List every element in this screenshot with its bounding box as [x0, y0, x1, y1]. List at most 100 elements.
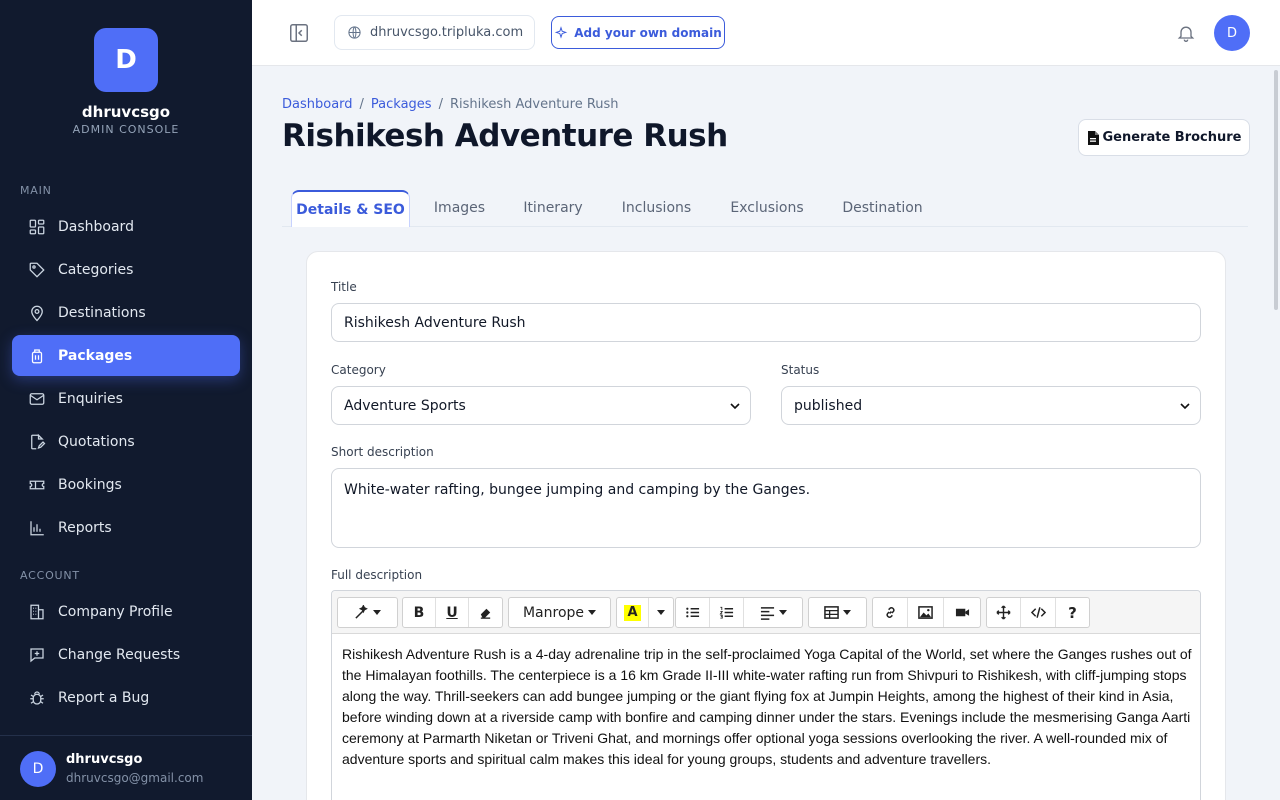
image-icon [918, 606, 933, 619]
bug-icon [28, 689, 46, 707]
tab-details-seo[interactable]: Details & SEO [291, 190, 410, 227]
bell-icon[interactable] [1176, 23, 1198, 45]
brand-logo: D [94, 28, 158, 92]
user-email: dhruvcsgo@gmail.com [66, 771, 204, 785]
title-input[interactable]: Rishikesh Adventure Rush [331, 303, 1201, 342]
tab-inclusions[interactable]: Inclusions [609, 190, 704, 226]
user-name: dhruvcsgo [66, 752, 143, 767]
sidebar-item-report-bug[interactable]: Report a Bug [12, 677, 240, 718]
sidebar-item-quotations[interactable]: Quotations [12, 421, 240, 462]
eraser-button[interactable] [469, 598, 502, 627]
pdf-file-icon [1087, 130, 1099, 145]
tab-images[interactable]: Images [422, 190, 497, 226]
tag-icon [28, 261, 46, 279]
link-icon [886, 607, 894, 618]
building-icon [28, 603, 46, 621]
align-dropdown-button[interactable] [744, 598, 802, 627]
help-icon[interactable]: ? [1056, 598, 1089, 627]
grid-icon [28, 218, 46, 236]
magic-wand-icon [355, 605, 368, 619]
editor-toolbar: B U Manrope A ? [332, 591, 1200, 634]
category-value: Adventure Sports [344, 397, 466, 414]
avatar[interactable]: D [1214, 15, 1250, 51]
sidebar-item-label: Categories [58, 261, 134, 278]
tab-itinerary[interactable]: Itinerary [511, 190, 595, 226]
numbered-list-icon [719, 606, 734, 619]
sidebar: D dhruvcsgo ADMIN CONSOLE MAIN Dashboard… [0, 0, 252, 800]
sidebar-item-label: Dashboard [58, 218, 134, 235]
video-button[interactable] [944, 598, 980, 627]
image-button[interactable] [908, 598, 944, 627]
sidebar-toggle-icon[interactable] [288, 22, 310, 44]
add-domain-label: Add your own domain [574, 25, 722, 40]
generate-brochure-button[interactable]: Generate Brochure [1078, 119, 1250, 156]
rich-text-editor[interactable]: B U Manrope A ? Rishikesh Adventure Rush… [331, 590, 1201, 800]
breadcrumb: Dashboard / Packages / Rishikesh Adventu… [282, 97, 619, 112]
sidebar-item-dashboard[interactable]: Dashboard [12, 206, 240, 247]
move-arrows-icon [996, 605, 1011, 620]
avatar: D [20, 751, 56, 787]
generate-brochure-label: Generate Brochure [1102, 130, 1242, 145]
link-button[interactable] [873, 598, 908, 627]
magic-style-button[interactable] [338, 598, 397, 627]
breadcrumb-dashboard[interactable]: Dashboard [282, 97, 353, 112]
color-dropdown-button[interactable] [649, 598, 673, 627]
sidebar-item-label: Packages [58, 347, 133, 364]
sidebar-item-destinations[interactable]: Destinations [12, 292, 240, 333]
chevron-down-icon [730, 402, 740, 409]
table-dropdown-button[interactable] [809, 598, 866, 627]
video-icon [955, 608, 969, 617]
numbered-list-button[interactable] [710, 598, 744, 627]
breadcrumb-separator: / [359, 97, 364, 112]
sidebar-item-enquiries[interactable]: Enquiries [12, 378, 240, 419]
domain-text: dhruvcsgo.tripluka.com [370, 25, 524, 40]
code-icon [1030, 607, 1046, 618]
tab-destination[interactable]: Destination [830, 190, 935, 226]
code-view-button[interactable] [1021, 598, 1056, 627]
table-icon [824, 606, 839, 619]
sidebar-item-label: Reports [58, 519, 112, 536]
bullet-list-button[interactable] [676, 598, 710, 627]
sidebar-item-company-profile[interactable]: Company Profile [12, 591, 240, 632]
table-group [808, 597, 867, 628]
breadcrumb-separator: / [438, 97, 443, 112]
category-label: Category [331, 363, 386, 377]
font-name: Manrope [522, 604, 585, 621]
title-label: Title [331, 280, 357, 294]
format-group: B U [402, 597, 503, 628]
sidebar-item-reports[interactable]: Reports [12, 507, 240, 548]
bullet-list-icon [686, 607, 700, 618]
short-description-textarea[interactable]: White-water rafting, bungee jumping and … [331, 468, 1201, 548]
sidebar-user[interactable]: D dhruvcsgo dhruvcsgo@gmail.com [0, 735, 252, 800]
text-color-button[interactable]: A [617, 598, 649, 627]
ticket-icon [28, 476, 46, 494]
color-group: A [616, 597, 674, 628]
breadcrumb-packages[interactable]: Packages [371, 97, 432, 112]
underline-button[interactable]: U [436, 598, 469, 627]
section-label-main: MAIN [20, 184, 52, 197]
bold-button[interactable]: B [403, 598, 436, 627]
status-select[interactable]: published [781, 386, 1201, 425]
scrollbar-thumb[interactable] [1274, 70, 1278, 310]
category-select[interactable]: Adventure Sports [331, 386, 751, 425]
sidebar-item-label: Company Profile [58, 603, 173, 620]
insert-group [872, 597, 981, 628]
brand-subtitle: ADMIN CONSOLE [72, 123, 180, 136]
fullscreen-button[interactable] [987, 598, 1021, 627]
add-domain-button[interactable]: Add your own domain [551, 16, 725, 49]
sidebar-item-change-requests[interactable]: Change Requests [12, 634, 240, 675]
sidebar-item-label: Bookings [58, 476, 122, 493]
align-left-icon [760, 607, 774, 620]
font-family-dropdown[interactable]: Manrope [509, 598, 610, 627]
full-description-content[interactable]: Rishikesh Adventure Rush is a 4-day adre… [342, 644, 1192, 770]
sidebar-item-bookings[interactable]: Bookings [12, 464, 240, 505]
highlight-a-icon: A [624, 604, 641, 621]
sidebar-item-packages[interactable]: Packages [12, 335, 240, 376]
paragraph-group [675, 597, 803, 628]
domain-link[interactable]: dhruvcsgo.tripluka.com [334, 15, 535, 50]
eraser-icon [480, 608, 491, 619]
sidebar-item-categories[interactable]: Categories [12, 249, 240, 290]
sidebar-item-label: Change Requests [58, 646, 181, 663]
tab-exclusions[interactable]: Exclusions [718, 190, 816, 226]
message-plus-icon [28, 646, 46, 664]
